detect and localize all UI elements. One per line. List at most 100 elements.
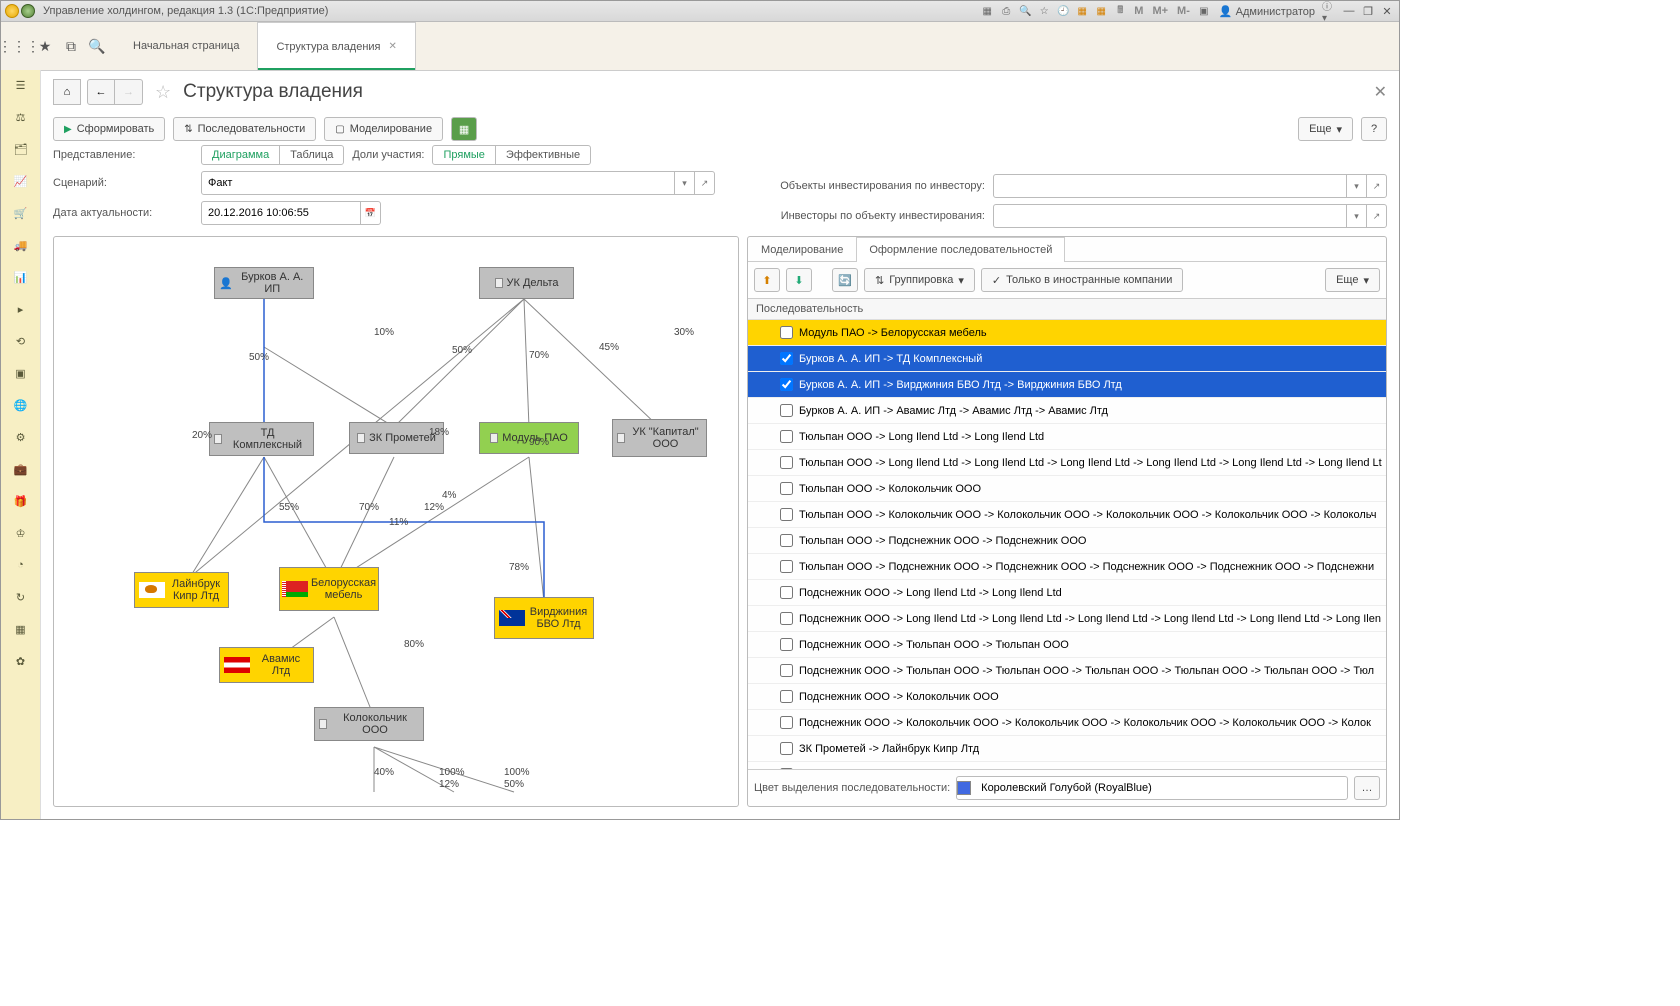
calendar-icon[interactable]: 📅 bbox=[360, 202, 380, 224]
sequence-row[interactable]: Подснежник ООО -> Колокольчик ООО bbox=[748, 684, 1386, 710]
sequence-checkbox[interactable] bbox=[780, 352, 793, 365]
tb-icon-5[interactable]: 🕘 bbox=[1055, 3, 1071, 19]
node-kolok[interactable]: Колокольчик ООО bbox=[314, 707, 424, 741]
tb-icon-1[interactable]: ▦ bbox=[979, 3, 995, 19]
apps-icon[interactable]: ⋮⋮⋮ bbox=[9, 36, 29, 56]
rail-icon-7[interactable]: 📊 bbox=[12, 268, 30, 286]
diagram-canvas[interactable]: 👤 Бурков А. А. ИП УК Дельта ТД Комплексн… bbox=[53, 236, 739, 807]
tab-home[interactable]: Начальная страница bbox=[115, 22, 257, 70]
tb-icon-7[interactable]: ▦ bbox=[1093, 3, 1109, 19]
sequence-row[interactable]: ЗК Прометей -> Лайнбрук Кипр Лтд bbox=[748, 736, 1386, 762]
node-tdk[interactable]: ТД Комплексный bbox=[209, 422, 314, 456]
sequence-row[interactable]: Подснежник ООО -> Тюльпан ООО -> Тюльпан… bbox=[748, 632, 1386, 658]
sequence-checkbox[interactable] bbox=[780, 612, 793, 625]
up-button[interactable]: ⬆ bbox=[754, 268, 780, 292]
info-icon[interactable]: ⓘ ▾ bbox=[1322, 3, 1338, 19]
rail-icon-3[interactable]: 🗂 bbox=[12, 140, 30, 158]
objects-dropdown-icon[interactable]: ▾ bbox=[1346, 175, 1366, 197]
rail-icon-9[interactable]: ⟲ bbox=[12, 332, 30, 350]
home-button[interactable]: ⌂ bbox=[53, 79, 81, 105]
sequence-row[interactable]: Подснежник ООО -> Long Ilend Ltd -> Long… bbox=[748, 606, 1386, 632]
sequence-row[interactable]: Тюльпан ООО -> Колокольчик ООО bbox=[748, 476, 1386, 502]
group-button[interactable]: ⇅ Группировка ▾ bbox=[864, 268, 975, 292]
sequences-button[interactable]: ⇅Последовательности bbox=[173, 117, 316, 141]
node-virgin[interactable]: Вирджиния БВО Лтд bbox=[494, 597, 594, 639]
tab-close-icon[interactable]: ✕ bbox=[389, 41, 397, 52]
fwd-button[interactable]: → bbox=[115, 79, 143, 105]
tab-structure[interactable]: Структура владения✕ bbox=[257, 22, 415, 70]
rail-icon-4[interactable]: 📈 bbox=[12, 172, 30, 190]
color-pick-button[interactable]: … bbox=[1354, 776, 1380, 800]
objects-open-icon[interactable]: ↗ bbox=[1366, 175, 1386, 197]
rail-icon-8[interactable]: ▸ bbox=[12, 300, 30, 318]
history-icon[interactable]: ⧉ bbox=[61, 36, 81, 56]
search-icon[interactable]: 🔍 bbox=[87, 36, 107, 56]
node-avamis[interactable]: Авамис Лтд bbox=[219, 647, 314, 683]
sequence-checkbox[interactable] bbox=[780, 430, 793, 443]
scenario-dropdown-icon[interactable]: ▾ bbox=[674, 172, 694, 194]
down-button[interactable]: ⬇ bbox=[786, 268, 812, 292]
m-button[interactable]: M bbox=[1131, 5, 1146, 17]
rail-icon-13[interactable]: 💼 bbox=[12, 460, 30, 478]
sequence-row[interactable]: Бурков А. А. ИП -> Авамис Лтд -> Авамис … bbox=[748, 398, 1386, 424]
restore-button[interactable]: ❐ bbox=[1360, 3, 1376, 19]
rtab-sequences[interactable]: Оформление последовательностей bbox=[856, 237, 1065, 262]
back-button[interactable]: ← bbox=[87, 79, 115, 105]
sequence-row[interactable]: Модуль ПАО -> Белорусская мебель bbox=[748, 320, 1386, 346]
tb-icon-3[interactable]: 🔍 bbox=[1017, 3, 1033, 19]
minimize-button[interactable]: — bbox=[1341, 3, 1357, 19]
sequence-checkbox[interactable] bbox=[780, 378, 793, 391]
sequence-checkbox[interactable] bbox=[780, 326, 793, 339]
sequence-checkbox[interactable] bbox=[780, 664, 793, 677]
star-icon[interactable]: ☆ bbox=[1036, 3, 1052, 19]
print-icon[interactable]: ⎙ bbox=[998, 3, 1014, 19]
picture-button[interactable]: ▦ bbox=[451, 117, 477, 141]
fav-icon[interactable]: ★ bbox=[35, 36, 55, 56]
sequence-checkbox[interactable] bbox=[780, 560, 793, 573]
investors-open-icon[interactable]: ↗ bbox=[1366, 205, 1386, 227]
objects-input[interactable]: ▾↗ bbox=[993, 174, 1387, 198]
sequence-row[interactable]: Тюльпан ООО -> Колокольчик ООО -> Колоко… bbox=[748, 502, 1386, 528]
view-table-option[interactable]: Таблица bbox=[279, 146, 343, 164]
node-burkov[interactable]: 👤 Бурков А. А. ИП bbox=[214, 267, 314, 299]
sequence-checkbox[interactable] bbox=[780, 482, 793, 495]
rail-icon-2[interactable]: ⚖ bbox=[12, 108, 30, 126]
page-star-icon[interactable]: ☆ bbox=[155, 82, 171, 103]
color-input[interactable] bbox=[956, 776, 1348, 800]
investors-input[interactable]: ▾↗ bbox=[993, 204, 1387, 228]
sequence-row[interactable]: Подснежник ООО -> Long Ilend Ltd -> Long… bbox=[748, 580, 1386, 606]
rtab-modeling[interactable]: Моделирование bbox=[748, 237, 856, 262]
investors-dropdown-icon[interactable]: ▾ bbox=[1346, 205, 1366, 227]
sequence-checkbox[interactable] bbox=[780, 586, 793, 599]
node-belmeb[interactable]: Белорусская мебель bbox=[279, 567, 379, 611]
sequence-row[interactable]: Подснежник ООО -> Тюльпан ООО -> Тюльпан… bbox=[748, 658, 1386, 684]
sequence-checkbox[interactable] bbox=[780, 404, 793, 417]
sequence-checkbox[interactable] bbox=[780, 690, 793, 703]
refresh-button[interactable]: 🔄 bbox=[832, 268, 858, 292]
rail-icon-6[interactable]: 🚚 bbox=[12, 236, 30, 254]
foreign-button[interactable]: ✓ Только в иностранные компании bbox=[981, 268, 1184, 292]
sequence-checkbox[interactable] bbox=[780, 742, 793, 755]
sequence-checkbox[interactable] bbox=[780, 534, 793, 547]
scenario-open-icon[interactable]: ↗ bbox=[694, 172, 714, 194]
close-button[interactable]: ✕ bbox=[1379, 3, 1395, 19]
node-ukkap[interactable]: УК "Капитал" ООО bbox=[612, 419, 707, 457]
rail-icon-12[interactable]: ⚙ bbox=[12, 428, 30, 446]
rail-settings-icon[interactable]: ✿ bbox=[12, 652, 30, 670]
sequence-checkbox[interactable] bbox=[780, 508, 793, 521]
sequence-row[interactable]: Подснежник ООО -> Колокольчик ООО -> Кол… bbox=[748, 710, 1386, 736]
sequence-row[interactable]: ЗК Прометей -> Белорусская мебель bbox=[748, 762, 1386, 769]
rail-icon-15[interactable]: ♔ bbox=[12, 524, 30, 542]
sequence-checkbox[interactable] bbox=[780, 638, 793, 651]
rail-icon-18[interactable]: ▦ bbox=[12, 620, 30, 638]
rail-icon-14[interactable]: 🎁 bbox=[12, 492, 30, 510]
rail-icon-5[interactable]: 🛒 bbox=[12, 204, 30, 222]
sequence-checkbox[interactable] bbox=[780, 456, 793, 469]
scenario-input[interactable]: ▾↗ bbox=[201, 171, 715, 195]
tb-icon-9[interactable]: ▣ bbox=[1196, 3, 1212, 19]
form-button[interactable]: ▶Сформировать bbox=[53, 117, 165, 141]
sequence-checkbox[interactable] bbox=[780, 716, 793, 729]
modeling-button[interactable]: ▢Моделирование bbox=[324, 117, 443, 141]
right-more-button[interactable]: Еще ▾ bbox=[1325, 268, 1380, 292]
shares-eff-option[interactable]: Эффективные bbox=[495, 146, 590, 164]
